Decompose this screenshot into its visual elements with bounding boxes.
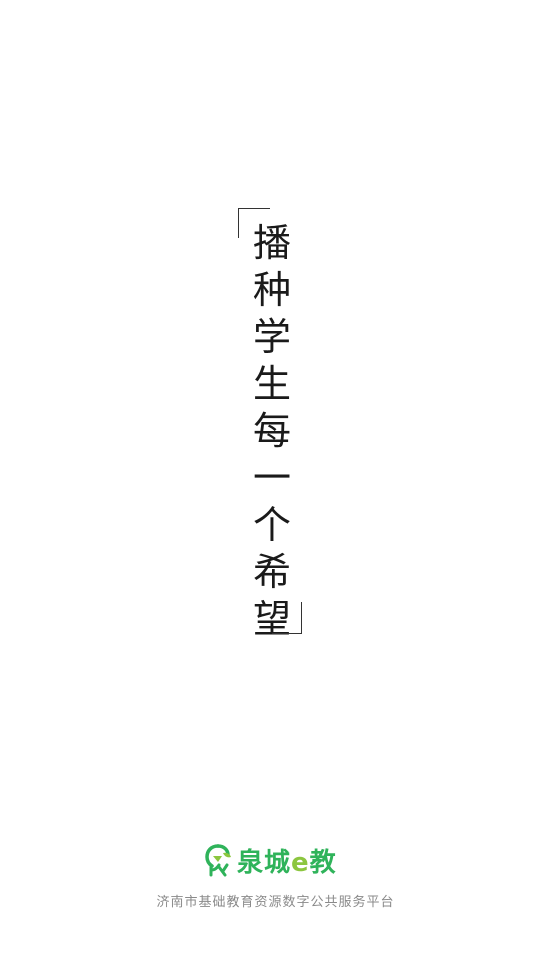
vertical-slogan: 播 种 学 生 每 一 个 希 望 xyxy=(248,220,296,643)
brand-logo: 泉城e教 xyxy=(203,842,337,878)
brand-name-part2: 教 xyxy=(309,847,337,878)
slogan-char: 种 xyxy=(252,268,291,312)
brand-name-e: e xyxy=(291,847,310,878)
slogan-char: 每 xyxy=(252,409,291,453)
slogan-char: 个 xyxy=(252,503,291,547)
slogan-char: 播 xyxy=(252,221,291,265)
slogan-char: 学 xyxy=(252,315,291,359)
bottom-right-corner-bracket xyxy=(272,602,302,634)
splash-screen: 播 种 学 生 每 一 个 希 望 泉城e教 济南市基础教育资源数字公共服务平台 xyxy=(0,0,551,979)
quancheng-logo-icon xyxy=(205,844,231,877)
brand-name-part1: 泉城 xyxy=(237,847,292,878)
slogan-char: 生 xyxy=(252,362,291,406)
slogan-char: 一 xyxy=(252,456,291,500)
brand-name: 泉城e教 xyxy=(237,842,337,879)
slogan-char: 希 xyxy=(252,550,291,594)
platform-caption: 济南市基础教育资源数字公共服务平台 xyxy=(156,895,395,910)
